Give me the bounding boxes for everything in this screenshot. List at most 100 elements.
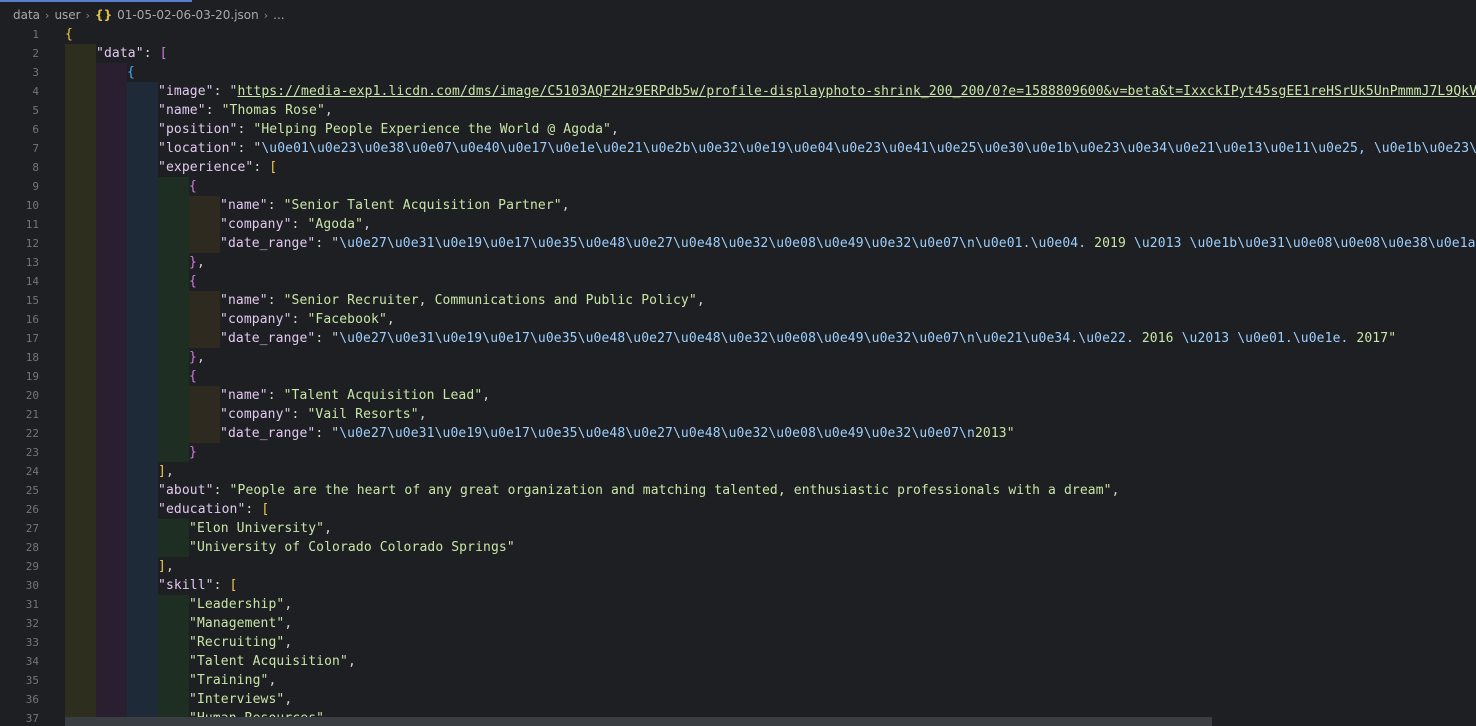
code-line[interactable]: 26 "education": [ xyxy=(0,500,1476,519)
code-line[interactable]: 8 "experience": [ xyxy=(0,158,1476,177)
code-token: : xyxy=(237,122,254,137)
code-line[interactable]: 27 "Elon University", xyxy=(0,519,1476,538)
indent-guide xyxy=(158,253,189,272)
indent-guide xyxy=(96,215,127,234)
code-line[interactable]: 14 { xyxy=(0,272,1476,291)
chevron-right-icon: › xyxy=(263,8,269,22)
horizontal-scrollbar[interactable] xyxy=(65,717,1212,726)
indent-guide xyxy=(158,424,189,443)
indent-guide xyxy=(158,291,189,310)
code-line[interactable]: 36 "Interviews", xyxy=(0,690,1476,709)
indent-guide xyxy=(158,234,189,253)
code-line[interactable]: 22 "date_range": "\u0e27\u0e31\u0e19\u0e1… xyxy=(0,424,1476,443)
code-text: "Elon University", xyxy=(189,519,332,538)
code-text: "name": "Talent Acquisition Lead", xyxy=(220,386,490,405)
code-text: "name": "Senior Talent Acquisition Partn… xyxy=(220,196,570,215)
indent-guide xyxy=(96,367,127,386)
indent-guide xyxy=(127,576,158,595)
code-line[interactable]: 1{ xyxy=(0,25,1476,44)
code-line[interactable]: 4 "image": "https://media-exp1.licdn.com/… xyxy=(0,82,1476,101)
json-editor[interactable]: data › user › {} 01-05-02-06-03-20.json … xyxy=(0,0,1476,726)
line-number: 16 xyxy=(25,313,39,326)
code-line[interactable]: 35 "Training", xyxy=(0,671,1476,690)
code-line[interactable]: 7 "location": "\u0e01\u0e23\u0e38\u0e07\u… xyxy=(0,139,1476,158)
indent-guide xyxy=(127,310,158,329)
breadcrumb-item-user[interactable]: user xyxy=(54,8,80,22)
code-line[interactable]: 17 "date_range": "\u0e27\u0e31\u0e19\u0e1… xyxy=(0,329,1476,348)
code-line[interactable]: 20 "name": "Talent Acquisition Lead", xyxy=(0,386,1476,405)
code-line[interactable]: 28 "University of Colorado Colorado Sprin… xyxy=(0,538,1476,557)
code-token: , xyxy=(696,293,705,308)
code-line[interactable]: 24], xyxy=(0,462,1476,481)
indent-guide xyxy=(65,158,96,177)
code-line[interactable]: 2 "data": [ xyxy=(0,44,1476,63)
breadcrumb-item-data[interactable]: data xyxy=(13,8,40,22)
indent-guide xyxy=(158,633,189,652)
code-line[interactable]: 15 "name": "Senior Recruiter, Communicati… xyxy=(0,291,1476,310)
code-line[interactable]: 16 "company": "Facebook", xyxy=(0,310,1476,329)
code-text: "Recruiting", xyxy=(189,633,292,652)
code-token: 2017" xyxy=(1348,331,1397,346)
code-line[interactable]: 19 { xyxy=(0,367,1476,386)
indent-guide xyxy=(189,386,220,405)
indent-guide xyxy=(96,424,127,443)
indent-guide xyxy=(158,367,189,386)
code-token: "about" xyxy=(158,483,214,498)
code-line[interactable]: 11 "company": "Agoda", xyxy=(0,215,1476,234)
code-token: "location" xyxy=(158,141,238,156)
indent-guide xyxy=(96,329,127,348)
indent-guide xyxy=(65,367,96,386)
code-line[interactable]: 13}, xyxy=(0,253,1476,272)
code-text: "location": "\u0e01\u0e23\u0e38\u0e07\u0… xyxy=(158,139,1476,158)
line-number: 35 xyxy=(25,674,39,687)
code-line[interactable]: 21 "company": "Vail Resorts", xyxy=(0,405,1476,424)
indent-guide xyxy=(65,63,96,82)
line-number: 32 xyxy=(25,617,39,630)
code-token: [ xyxy=(261,502,270,517)
indent-guide xyxy=(189,405,220,424)
code-token: "Agoda" xyxy=(307,217,364,232)
breadcrumb-item-file[interactable]: 01-05-02-06-03-20.json xyxy=(117,8,259,22)
indent-guide xyxy=(96,158,127,177)
code-line[interactable]: 6 "position": "Helping People Experience … xyxy=(0,120,1476,139)
code-token: , xyxy=(324,103,333,118)
code-area[interactable]: 1{2 "data": [3{4 "image": "https://media-e… xyxy=(0,25,1476,726)
code-line[interactable]: 12 "date_range": "\u0e27\u0e31\u0e19\u0e1… xyxy=(0,234,1476,253)
code-token: , xyxy=(284,692,293,707)
indent-guide xyxy=(65,462,96,481)
line-number: 9 xyxy=(32,180,39,193)
code-text: "Talent Acquisition", xyxy=(189,652,356,671)
code-line[interactable]: 29], xyxy=(0,557,1476,576)
code-line[interactable]: 3{ xyxy=(0,63,1476,82)
line-number: 8 xyxy=(32,161,39,174)
code-token: "education" xyxy=(158,502,246,517)
chevron-right-icon: › xyxy=(85,8,91,22)
code-line[interactable]: 23} xyxy=(0,443,1476,462)
indent-guide xyxy=(65,576,96,595)
code-token: "Management" xyxy=(189,616,285,631)
code-token: "Recruiting" xyxy=(189,635,285,650)
code-text: { xyxy=(189,272,197,291)
code-line[interactable]: 31 "Leadership", xyxy=(0,595,1476,614)
breadcrumb: data › user › {} 01-05-02-06-03-20.json … xyxy=(13,5,285,25)
code-line[interactable]: 5 "name": "Thomas Rose", xyxy=(0,101,1476,120)
code-token: , xyxy=(196,350,205,365)
indent-guide xyxy=(65,481,96,500)
line-number: 34 xyxy=(25,655,39,668)
line-number: 27 xyxy=(25,522,39,535)
code-line[interactable]: 18}, xyxy=(0,348,1476,367)
code-text: "Leadership", xyxy=(189,595,292,614)
code-line[interactable]: 32 "Management", xyxy=(0,614,1476,633)
indent-guide xyxy=(65,443,96,462)
indent-guide xyxy=(96,82,127,101)
code-line[interactable]: 25 "about": "People are the heart of any … xyxy=(0,481,1476,500)
code-line[interactable]: 9{ xyxy=(0,177,1476,196)
code-line[interactable]: 30 "skill": [ xyxy=(0,576,1476,595)
code-line[interactable]: 10 "name": "Senior Talent Acquisition Par… xyxy=(0,196,1476,215)
line-number: 20 xyxy=(25,389,39,402)
code-line[interactable]: 33 "Recruiting", xyxy=(0,633,1476,652)
code-token: "Leadership" xyxy=(189,597,285,612)
breadcrumb-ellipsis[interactable]: ... xyxy=(273,8,284,22)
json-file-icon: {} xyxy=(95,8,113,22)
code-line[interactable]: 34 "Talent Acquisition", xyxy=(0,652,1476,671)
